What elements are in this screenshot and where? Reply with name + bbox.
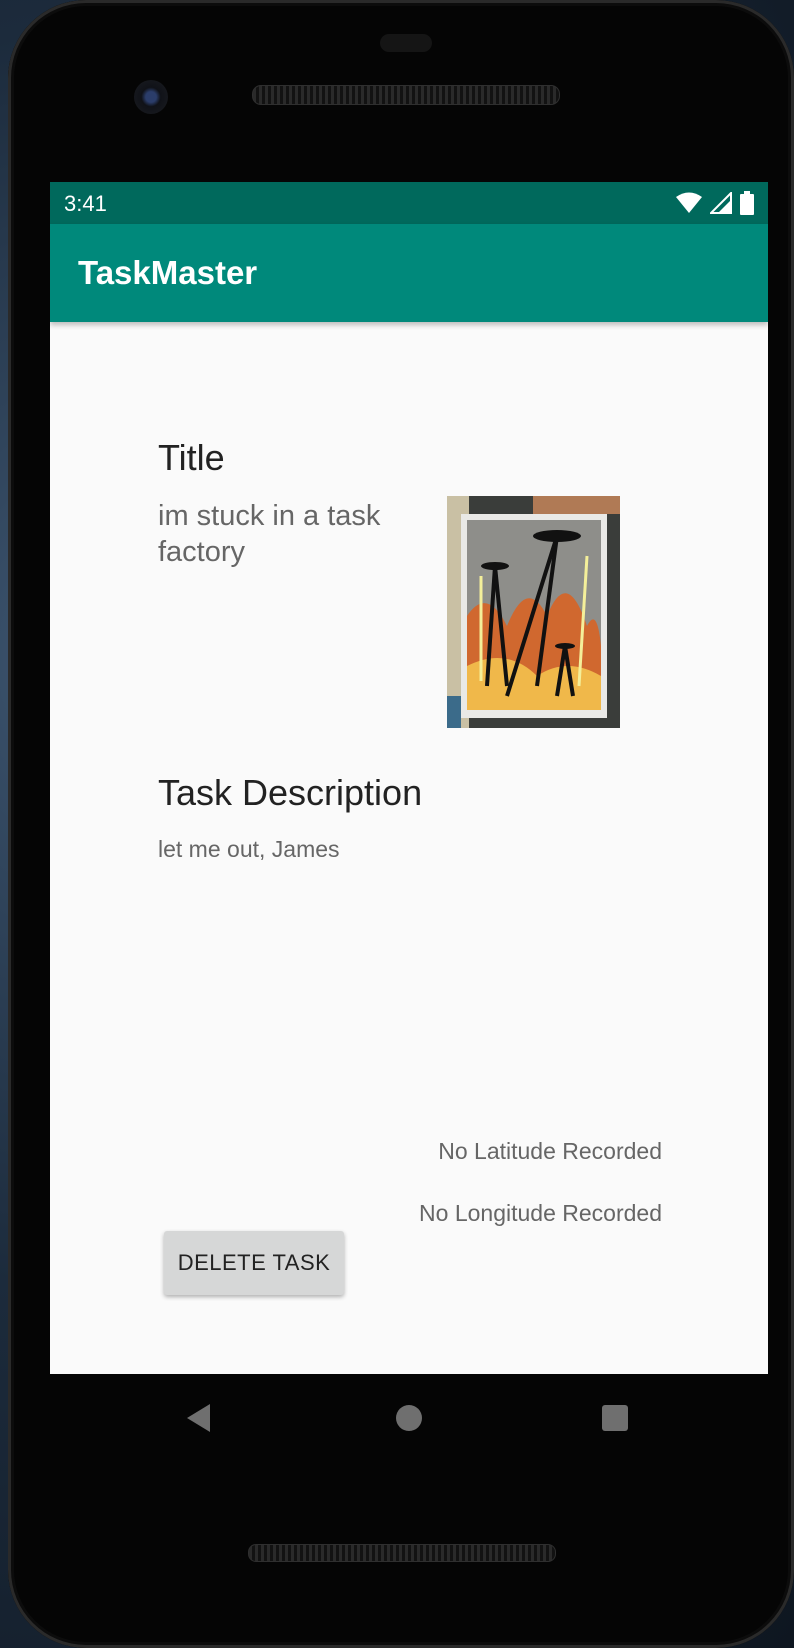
task-description-label: Task Description xyxy=(158,772,423,813)
home-icon[interactable] xyxy=(396,1405,422,1431)
signal-icon xyxy=(710,192,732,214)
delete-task-button[interactable]: DELETE TASK xyxy=(164,1231,344,1295)
task-title-value: im stuck in a task factory xyxy=(158,500,381,568)
app-screen: 3:41 TaskMaster Title im stuck in a task… xyxy=(50,182,768,1374)
top-speaker xyxy=(252,85,560,105)
status-icons xyxy=(676,191,754,215)
status-bar: 3:41 xyxy=(50,182,768,224)
wifi-icon xyxy=(676,192,702,213)
latitude-text: No Latitude Recorded xyxy=(438,1138,662,1164)
status-time: 3:41 xyxy=(64,191,107,216)
phone-frame: 3:41 TaskMaster Title im stuck in a task… xyxy=(8,0,794,1648)
bottom-speaker xyxy=(248,1544,556,1562)
longitude-text: No Longitude Recorded xyxy=(419,1200,662,1226)
battery-icon xyxy=(740,191,754,215)
app-title: TaskMaster xyxy=(78,254,258,291)
front-sensor xyxy=(380,34,432,52)
recent-apps-icon[interactable] xyxy=(602,1405,628,1431)
task-title-label: Title xyxy=(158,437,225,478)
task-description-value: let me out, James xyxy=(158,836,340,862)
back-icon[interactable] xyxy=(186,1403,212,1433)
front-camera xyxy=(134,80,168,114)
task-photo xyxy=(447,496,620,728)
app-bar: TaskMaster xyxy=(50,224,768,322)
